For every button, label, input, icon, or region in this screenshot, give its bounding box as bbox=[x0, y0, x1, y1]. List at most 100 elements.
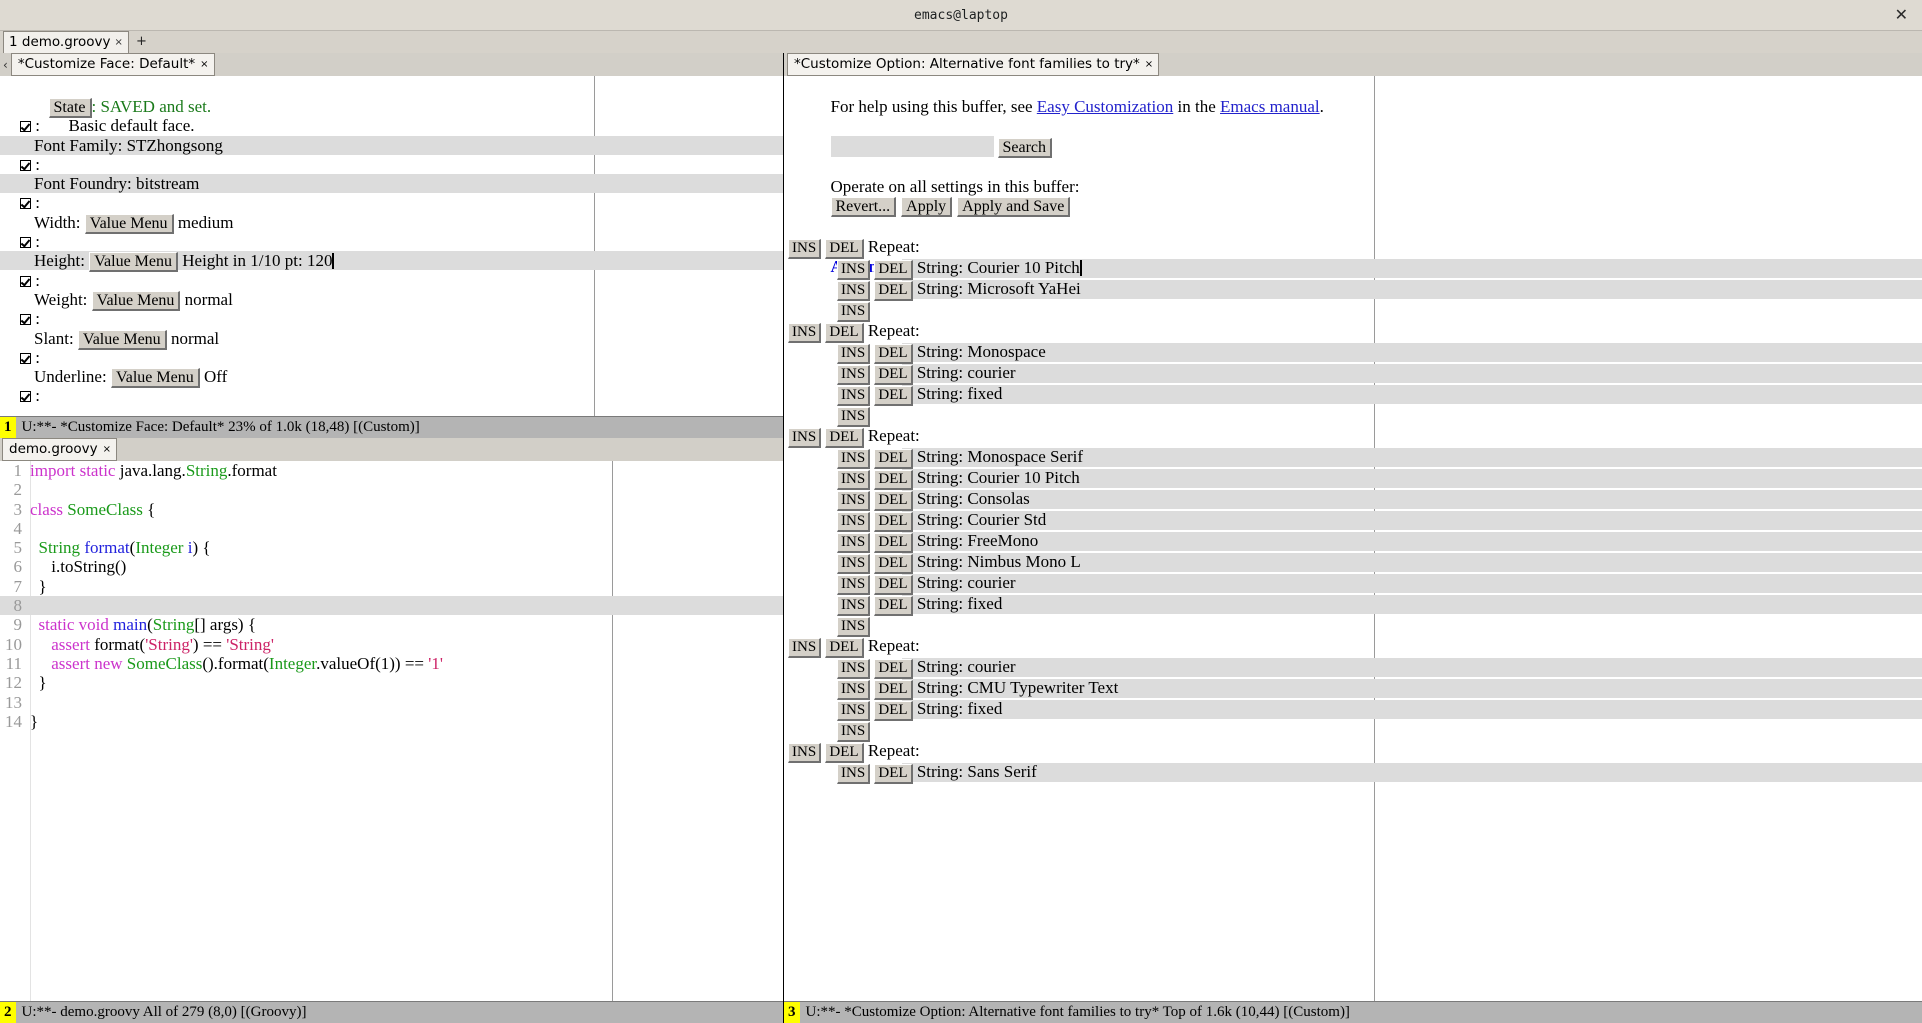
string-value-field[interactable]: courier bbox=[967, 363, 1015, 382]
close-icon[interactable]: ✕ bbox=[1895, 7, 1908, 23]
code-line[interactable]: 14} bbox=[0, 712, 783, 731]
close-icon[interactable]: × bbox=[1145, 59, 1153, 70]
code-line[interactable]: 11 assert new SomeClass().format(Integer… bbox=[0, 654, 783, 673]
insert-button[interactable]: INS bbox=[837, 343, 871, 364]
frame-tab-demo-groovy[interactable]: 1 demo.groovy × bbox=[3, 31, 129, 53]
string-value-field[interactable]: fixed bbox=[967, 699, 1002, 718]
string-value-field[interactable]: Monospace bbox=[967, 342, 1045, 361]
insert-button[interactable]: INS bbox=[837, 511, 871, 532]
insert-button[interactable]: INS bbox=[788, 322, 822, 343]
code-line[interactable]: 6 i.toString() bbox=[0, 557, 783, 576]
code-line[interactable]: 1 import static java.lang.String.format bbox=[0, 461, 783, 480]
string-value-field[interactable]: fixed bbox=[967, 594, 1002, 613]
attribute-checkbox[interactable] bbox=[20, 352, 31, 364]
chevron-left-icon[interactable]: ‹ bbox=[0, 58, 11, 72]
attribute-checkbox[interactable] bbox=[20, 237, 31, 249]
delete-button[interactable]: DEL bbox=[874, 385, 913, 406]
delete-button[interactable]: DEL bbox=[874, 364, 913, 385]
insert-button[interactable]: INS bbox=[837, 679, 871, 700]
attribute-checkbox[interactable] bbox=[20, 391, 31, 403]
value-menu-button[interactable]: Value Menu bbox=[84, 213, 174, 234]
insert-button[interactable]: INS bbox=[837, 280, 871, 301]
code-line[interactable]: 2 bbox=[0, 480, 783, 499]
string-value-field[interactable]: courier bbox=[967, 573, 1015, 592]
code-line[interactable]: 7 } bbox=[0, 577, 783, 596]
insert-button[interactable]: INS bbox=[788, 427, 822, 448]
delete-button[interactable]: DEL bbox=[825, 427, 864, 448]
delete-button[interactable]: DEL bbox=[874, 595, 913, 616]
delete-button[interactable]: DEL bbox=[874, 763, 913, 784]
attribute-checkbox[interactable] bbox=[20, 198, 31, 210]
insert-button[interactable]: INS bbox=[837, 259, 871, 280]
code-line[interactable]: 8 bbox=[0, 596, 783, 616]
insert-button[interactable]: INS bbox=[837, 595, 871, 616]
string-value-field[interactable]: Nimbus Mono L bbox=[967, 552, 1080, 571]
insert-button[interactable]: INS bbox=[837, 574, 871, 595]
insert-button[interactable]: INS bbox=[837, 616, 871, 637]
delete-button[interactable]: DEL bbox=[874, 553, 913, 574]
value-menu-button[interactable]: Value Menu bbox=[77, 329, 167, 350]
delete-button[interactable]: DEL bbox=[874, 700, 913, 721]
tab-customize-face-default[interactable]: *Customize Face: Default* × bbox=[10, 53, 215, 76]
string-value-field[interactable]: fixed bbox=[967, 384, 1002, 403]
value-menu-button[interactable]: Value Menu bbox=[91, 290, 181, 311]
string-value-field[interactable]: Courier 10 Pitch bbox=[967, 258, 1079, 277]
insert-button[interactable]: INS bbox=[837, 532, 871, 553]
attribute-text-field[interactable]: bitstream bbox=[136, 174, 199, 193]
code-line[interactable]: 13 bbox=[0, 693, 783, 712]
code-line[interactable]: 10 assert format('String') == 'String' bbox=[0, 635, 783, 654]
delete-button[interactable]: DEL bbox=[825, 637, 864, 658]
attribute-checkbox[interactable] bbox=[20, 121, 31, 133]
groovy-code-buffer[interactable]: 1 import static java.lang.String.format 2 3… bbox=[0, 461, 783, 1001]
delete-button[interactable]: DEL bbox=[825, 742, 864, 763]
attribute-checkbox[interactable] bbox=[20, 275, 31, 287]
tab-demo-groovy[interactable]: demo.groovy × bbox=[2, 438, 118, 461]
delete-button[interactable]: DEL bbox=[874, 469, 913, 490]
string-value-field[interactable]: FreeMono bbox=[967, 531, 1038, 550]
close-icon[interactable]: × bbox=[103, 444, 111, 455]
delete-button[interactable]: DEL bbox=[874, 511, 913, 532]
insert-button[interactable]: INS bbox=[837, 301, 871, 322]
delete-button[interactable]: DEL bbox=[874, 343, 913, 364]
code-line[interactable]: 3 class SomeClass { bbox=[0, 500, 783, 519]
insert-button[interactable]: INS bbox=[837, 553, 871, 574]
insert-button[interactable]: INS bbox=[788, 742, 822, 763]
delete-button[interactable]: DEL bbox=[874, 259, 913, 280]
string-value-field[interactable]: CMU Typewriter Text bbox=[967, 678, 1118, 697]
insert-button[interactable]: INS bbox=[788, 637, 822, 658]
close-icon[interactable]: × bbox=[200, 59, 208, 70]
delete-button[interactable]: DEL bbox=[825, 238, 864, 259]
delete-button[interactable]: DEL bbox=[874, 448, 913, 469]
attribute-checkbox[interactable] bbox=[20, 314, 31, 326]
string-value-field[interactable]: Sans Serif bbox=[967, 762, 1036, 781]
code-line[interactable]: 4 bbox=[0, 519, 783, 538]
string-value-field[interactable]: Consolas bbox=[967, 489, 1029, 508]
close-icon[interactable]: × bbox=[115, 37, 123, 48]
delete-button[interactable]: DEL bbox=[874, 280, 913, 301]
new-tab-button[interactable]: + bbox=[131, 33, 152, 53]
delete-button[interactable]: DEL bbox=[874, 490, 913, 511]
insert-button[interactable]: INS bbox=[837, 448, 871, 469]
code-line[interactable]: 5 String format(Integer i) { bbox=[0, 538, 783, 557]
insert-button[interactable]: INS bbox=[788, 238, 822, 259]
attribute-number-field[interactable]: 120 bbox=[303, 251, 333, 270]
delete-button[interactable]: DEL bbox=[874, 679, 913, 700]
insert-button[interactable]: INS bbox=[837, 385, 871, 406]
string-value-field[interactable]: Courier Std bbox=[967, 510, 1046, 529]
delete-button[interactable]: DEL bbox=[825, 322, 864, 343]
tab-customize-option-alt-fonts[interactable]: *Customize Option: Alternative font fami… bbox=[787, 53, 1160, 76]
attribute-text-field[interactable]: STZhongsong bbox=[127, 136, 223, 155]
insert-button[interactable]: INS bbox=[837, 469, 871, 490]
insert-button[interactable]: INS bbox=[837, 406, 871, 427]
insert-button[interactable]: INS bbox=[837, 658, 871, 679]
delete-button[interactable]: DEL bbox=[874, 658, 913, 679]
delete-button[interactable]: DEL bbox=[874, 574, 913, 595]
attribute-checkbox[interactable] bbox=[20, 159, 31, 171]
insert-button[interactable]: INS bbox=[837, 490, 871, 511]
insert-button[interactable]: INS bbox=[837, 700, 871, 721]
code-line[interactable]: 9 static void main(String[] args) { bbox=[0, 615, 783, 634]
string-value-field[interactable]: Microsoft YaHei bbox=[967, 279, 1080, 298]
string-value-field[interactable]: Monospace Serif bbox=[967, 447, 1083, 466]
insert-button[interactable]: INS bbox=[837, 364, 871, 385]
insert-button[interactable]: INS bbox=[837, 721, 871, 742]
